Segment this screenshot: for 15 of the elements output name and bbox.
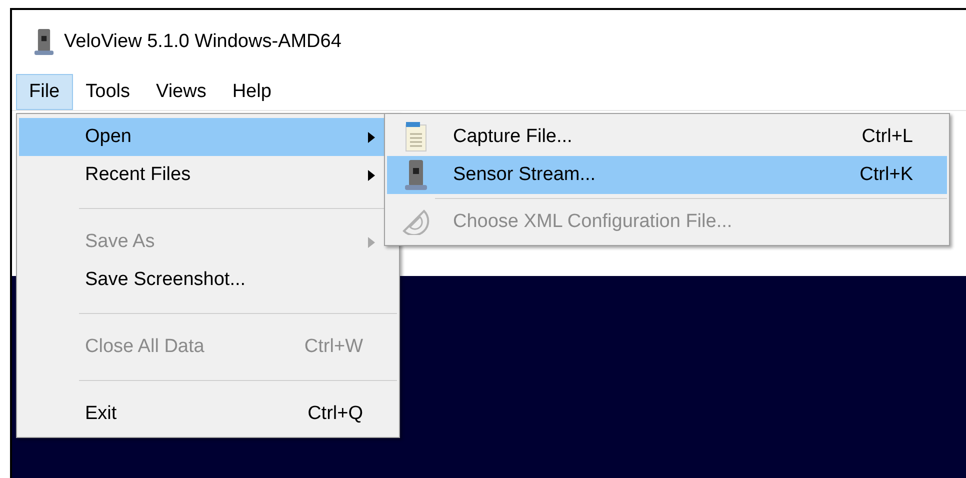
menu-item[interactable]: Save Screenshot...: [19, 261, 397, 299]
submenu-arrow-icon: [368, 132, 375, 142]
document-icon: [405, 122, 427, 152]
menu-bar-item[interactable]: Tools: [72, 74, 143, 110]
sensor-icon: [405, 160, 427, 190]
menu-bar-item[interactable]: Help: [219, 74, 284, 110]
menu-item[interactable]: Sensor Stream... Ctrl+K: [387, 156, 947, 194]
sensor-icon: [34, 29, 54, 55]
menu-bar-item[interactable]: Views: [142, 74, 220, 110]
protractor-icon: [402, 209, 430, 235]
menu-item[interactable]: Exit Ctrl+Q: [19, 395, 397, 433]
submenu-arrow-icon: [368, 236, 375, 248]
submenu-arrow-icon: [368, 170, 375, 180]
window-title: VeloView 5.1.0 Windows-AMD64: [64, 31, 342, 53]
menu-bar-item[interactable]: File: [16, 74, 73, 110]
